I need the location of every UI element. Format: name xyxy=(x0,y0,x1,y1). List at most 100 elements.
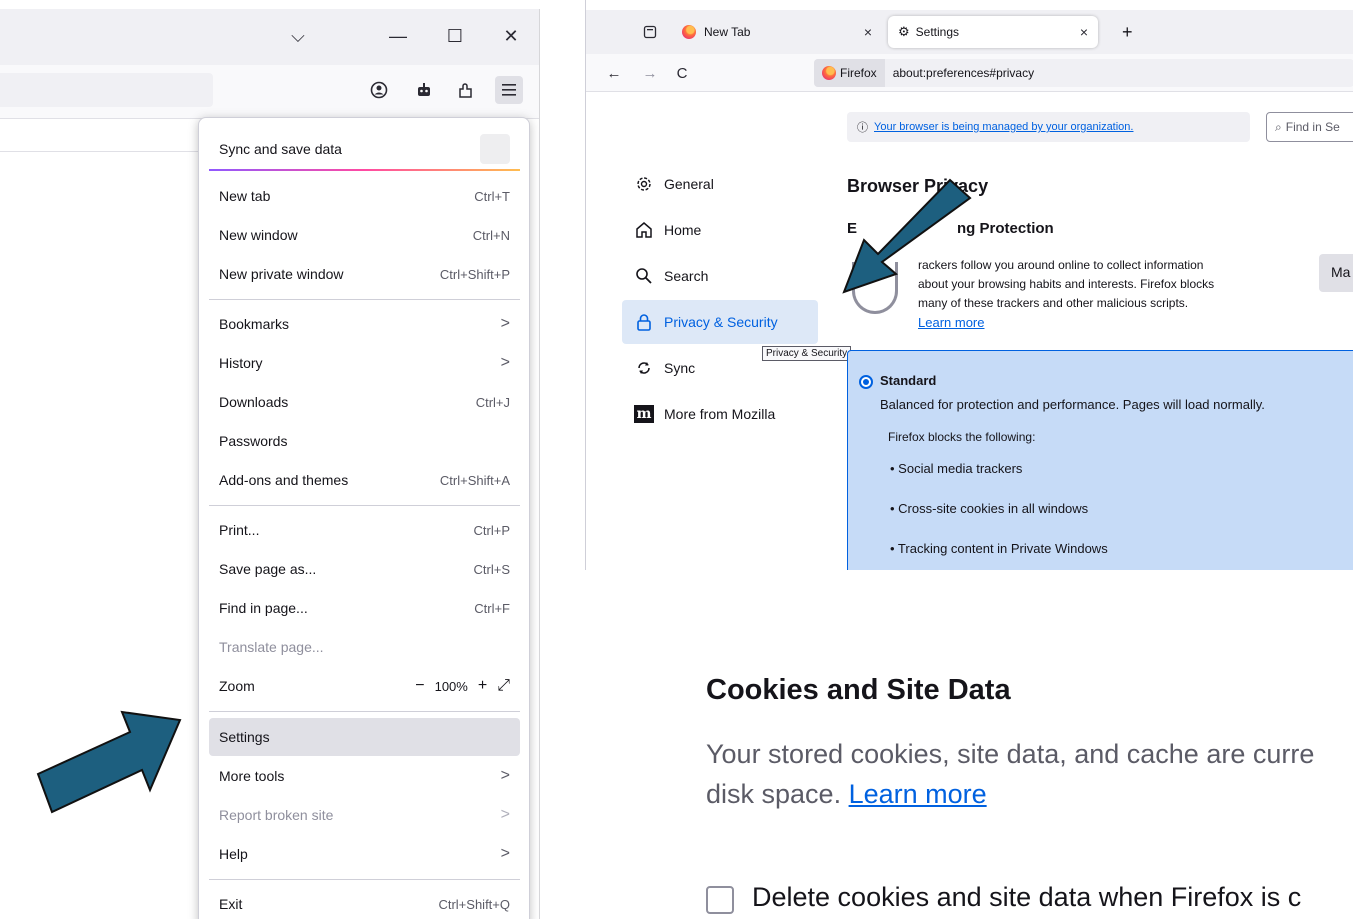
firefox-logo-icon xyxy=(682,25,696,39)
menu-item-label: Add-ons and themes xyxy=(219,472,349,488)
menu-item-exit[interactable]: Exit Ctrl+Shift+Q xyxy=(209,885,520,919)
list-all-tabs-icon[interactable]: ⌵ xyxy=(283,21,313,51)
forward-button[interactable]: → xyxy=(636,59,664,87)
standard-radio[interactable] xyxy=(859,375,873,389)
cookies-and-site-data-section: Cookies and Site Data Your stored cookie… xyxy=(540,570,1353,919)
blocked-item: • Social media trackers xyxy=(890,461,1023,476)
category-more-from-mozilla[interactable]: m More from Mozilla xyxy=(622,392,818,436)
extensions-icon[interactable] xyxy=(452,76,480,104)
navigation-toolbar xyxy=(0,65,539,119)
cookies-learn-more-link[interactable]: Learn more xyxy=(849,779,987,809)
category-home[interactable]: Home xyxy=(622,208,818,252)
category-label: General xyxy=(664,176,714,192)
url-bar[interactable] xyxy=(0,73,213,107)
divider xyxy=(0,151,200,152)
menu-item-save-page-as[interactable]: Save page as... Ctrl+S xyxy=(209,550,520,588)
chevron-right-icon: > xyxy=(500,806,510,823)
close-window-button[interactable]: ✕ xyxy=(496,21,526,51)
menu-item-print[interactable]: Print... Ctrl+P xyxy=(209,511,520,549)
chevron-right-icon: > xyxy=(500,767,510,784)
robot-extension-icon[interactable] xyxy=(410,76,438,104)
category-privacy-security[interactable]: Privacy & Security xyxy=(622,300,818,344)
standard-label: Standard xyxy=(880,373,937,388)
managed-policy-link[interactable]: Your browser is being managed by your or… xyxy=(874,121,1133,133)
mozilla-m-icon: m xyxy=(634,404,654,424)
back-button[interactable]: ← xyxy=(600,59,628,87)
category-label: Search xyxy=(664,268,709,284)
find-in-settings-input[interactable]: ⌕ Find in Se xyxy=(1266,112,1353,142)
menu-item-find-in-page[interactable]: Find in page... Ctrl+F xyxy=(209,589,520,627)
chevron-right-icon: > xyxy=(500,354,510,371)
arrow-shape xyxy=(842,178,972,294)
menu-item-label: New private window xyxy=(219,266,344,282)
url-text: about:preferences#privacy xyxy=(892,66,1035,80)
menu-item-shortcut: Ctrl+J xyxy=(475,394,510,410)
menu-item-addons-and-themes[interactable]: Add-ons and themes Ctrl+Shift+A xyxy=(209,461,520,499)
search-icon xyxy=(634,266,654,286)
menu-item-passwords[interactable]: Passwords xyxy=(209,422,520,460)
menu-item-downloads[interactable]: Downloads Ctrl+J xyxy=(209,383,520,421)
sync-avatar[interactable] xyxy=(480,134,510,164)
identity-box[interactable]: Firefox xyxy=(814,59,885,87)
tooltip: Privacy & Security xyxy=(762,346,852,361)
category-search[interactable]: Search xyxy=(622,254,818,298)
menu-separator xyxy=(209,879,520,880)
url-bar[interactable]: Firefox about:preferences#privacy xyxy=(814,59,1353,87)
search-icon: ⌕ xyxy=(1275,119,1282,134)
menu-item-bookmarks[interactable]: Bookmarks > xyxy=(209,305,520,343)
menu-item-label: Help xyxy=(219,846,248,862)
close-tab-icon[interactable]: × xyxy=(1080,24,1088,40)
minimize-button[interactable]: — xyxy=(383,21,413,51)
firefox-view-icon[interactable] xyxy=(636,18,664,46)
category-general[interactable]: General xyxy=(622,162,818,206)
tab-label: New Tab xyxy=(704,25,751,39)
learn-more-link[interactable]: Learn more xyxy=(918,313,1298,332)
delete-cookies-checkbox[interactable] xyxy=(706,886,734,914)
annotation-arrow-settings xyxy=(36,710,182,814)
fullscreen-icon[interactable]: ⤢ xyxy=(497,677,510,695)
category-label: More from Mozilla xyxy=(664,406,776,422)
standard-protection-option[interactable]: Standard Balanced for protection and per… xyxy=(847,350,1353,570)
reload-button[interactable]: C xyxy=(668,59,696,87)
menu-item-shortcut: Ctrl+N xyxy=(472,227,510,243)
menu-item-label: Bookmarks xyxy=(219,316,290,332)
menu-item-new-tab[interactable]: New tab Ctrl+T xyxy=(209,177,520,215)
zoom-out-button[interactable]: − xyxy=(415,677,424,695)
zoom-reset-button[interactable]: 100% xyxy=(435,679,468,694)
category-label: Sync xyxy=(664,360,696,376)
menu-item-label: Passwords xyxy=(219,433,288,449)
menu-item-label: History xyxy=(219,355,263,371)
tab-settings[interactable]: ⚙ Settings × xyxy=(888,16,1098,48)
account-icon[interactable] xyxy=(365,76,393,104)
menu-item-label: Report broken site xyxy=(219,807,334,823)
new-tab-button[interactable]: + xyxy=(1112,16,1142,48)
lock-icon xyxy=(634,312,654,332)
menu-item-shortcut: Ctrl+S xyxy=(473,561,510,577)
maximize-button[interactable]: ☐ xyxy=(440,21,470,51)
menu-item-new-window[interactable]: New window Ctrl+N xyxy=(209,216,520,254)
gear-icon: ⚙ xyxy=(898,24,910,39)
menu-item-more-tools[interactable]: More tools > xyxy=(209,757,520,795)
menu-item-settings[interactable]: Settings xyxy=(209,718,520,756)
menu-item-label: Find in page... xyxy=(219,600,308,616)
app-menu-button[interactable] xyxy=(495,76,523,104)
chevron-right-icon: > xyxy=(500,315,510,332)
zoom-controls: − 100% + ⤢ xyxy=(415,677,510,695)
chevron-right-icon: > xyxy=(500,845,510,862)
sync-and-save-data-item[interactable]: Sync and save data xyxy=(209,130,520,168)
mozilla-m-glyph: m xyxy=(634,405,654,423)
tab-new-tab[interactable]: New Tab × xyxy=(672,16,882,48)
menu-item-shortcut: Ctrl+Shift+P xyxy=(439,266,510,282)
menu-separator xyxy=(209,299,520,300)
blocks-heading: Firefox blocks the following: xyxy=(888,430,1036,444)
blocked-item: • Cross-site cookies in all windows xyxy=(890,501,1089,516)
close-tab-icon[interactable]: × xyxy=(864,24,872,40)
manage-exceptions-button[interactable]: Ma xyxy=(1319,254,1353,292)
menu-item-shortcut: Ctrl+Shift+Q xyxy=(438,896,510,912)
menu-item-label: Settings xyxy=(219,729,270,745)
menu-item-help[interactable]: Help > xyxy=(209,835,520,873)
menu-item-history[interactable]: History > xyxy=(209,344,520,382)
zoom-in-button[interactable]: + xyxy=(478,677,487,695)
menu-item-label: Translate page... xyxy=(219,639,324,655)
menu-item-new-private-window[interactable]: New private window Ctrl+Shift+P xyxy=(209,255,520,293)
